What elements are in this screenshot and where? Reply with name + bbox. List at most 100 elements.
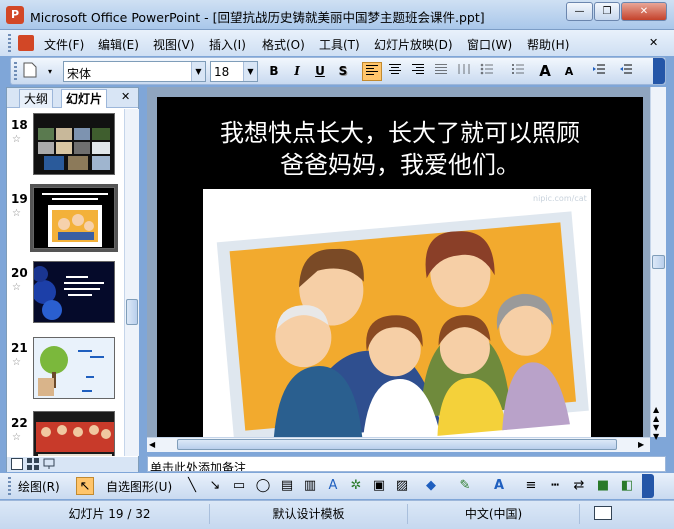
align-left-icon[interactable] xyxy=(362,62,382,81)
close-window-button[interactable]: ✕ xyxy=(621,2,667,21)
line-color-icon[interactable]: ✎ xyxy=(456,477,474,495)
picture-icon[interactable]: ▨ xyxy=(393,477,411,495)
align-center-icon[interactable] xyxy=(385,62,405,81)
normal-view-icon[interactable] xyxy=(11,458,23,470)
slideshow-view-icon[interactable] xyxy=(43,458,55,470)
chevron-down-icon[interactable]: ▼ xyxy=(191,62,205,81)
drawbar-overflow-chevron-icon[interactable] xyxy=(642,474,654,498)
family-illustration[interactable]: nipic.com/cat xyxy=(203,189,591,437)
diagram-icon[interactable]: ✲ xyxy=(347,477,365,495)
scrollbar-thumb[interactable] xyxy=(177,439,617,450)
thumbnails-scrollbar[interactable] xyxy=(124,109,139,456)
slide-thumbnail-20[interactable] xyxy=(33,261,115,323)
oval-icon[interactable]: ◯ xyxy=(254,477,272,495)
slide-title-line-2: 爸爸妈妈，我爱他们。 xyxy=(280,151,520,179)
shadow-button[interactable]: S xyxy=(333,62,353,81)
window-title: Microsoft Office PowerPoint - [回望抗战历史铸就美… xyxy=(30,10,485,25)
menu-tools[interactable]: 工具(T) xyxy=(319,36,360,53)
slide-sorter-view-icon[interactable] xyxy=(27,458,39,470)
menu-file[interactable]: 文件(F) xyxy=(44,36,84,53)
panel-tabs: 大纲 幻灯片 ✕ xyxy=(7,88,138,108)
dash-style-icon[interactable]: ┅ xyxy=(546,477,564,495)
slide-thumbnail-21[interactable] xyxy=(33,337,115,399)
arrow-icon[interactable]: ↘ xyxy=(206,477,224,495)
menu-slideshow[interactable]: 幻灯片放映(D) xyxy=(374,36,453,53)
3d-style-icon[interactable]: ◧ xyxy=(618,477,636,495)
scrollbar-thumb[interactable] xyxy=(652,255,665,269)
slide-editing-area[interactable]: 我想快点长大，长大了就可以照顾 爸爸妈妈，我爱他们。 nipic.com/cat xyxy=(147,87,650,437)
scrollbar-thumb[interactable] xyxy=(126,299,138,325)
line-icon[interactable]: ╲ xyxy=(183,477,201,495)
autoshapes-menu-button[interactable]: 自选图形(U) xyxy=(106,478,172,495)
slide-vertical-scrollbar[interactable]: ▲ ▲ ▼ ▼ xyxy=(650,87,666,441)
close-panel-icon[interactable]: ✕ xyxy=(121,90,130,103)
restore-button[interactable]: ❐ xyxy=(594,2,620,21)
document-icon[interactable] xyxy=(18,35,34,51)
powerpoint-app-icon[interactable]: P xyxy=(6,6,24,24)
shadow-style-icon[interactable]: ■ xyxy=(594,477,612,495)
align-right-icon[interactable] xyxy=(408,62,428,81)
increase-indent-icon[interactable] xyxy=(616,62,636,81)
clip-art-icon[interactable]: ▣ xyxy=(370,477,388,495)
menu-format[interactable]: 格式(O) xyxy=(262,36,305,53)
slide-thumbnail-19[interactable] xyxy=(30,184,118,252)
menu-bar: 文件(F) 编辑(E) 视图(V) 插入(I) 格式(O) 工具(T) 幻灯片放… xyxy=(0,30,674,56)
increase-font-size-button[interactable]: A xyxy=(535,62,555,81)
scroll-right-icon[interactable]: ▶ xyxy=(638,440,644,449)
menu-window[interactable]: 窗口(W) xyxy=(467,36,512,53)
distribute-icon[interactable] xyxy=(454,62,474,81)
decrease-indent-icon[interactable] xyxy=(589,62,609,81)
wordart-icon[interactable]: A xyxy=(324,477,342,495)
text-box-icon[interactable]: ▤ xyxy=(278,477,296,495)
tab-slides[interactable]: 幻灯片 xyxy=(61,89,108,108)
status-design-template[interactable]: 默认设计模板 xyxy=(210,504,408,524)
font-color-icon[interactable]: A xyxy=(490,477,508,495)
menu-view[interactable]: 视图(V) xyxy=(153,36,195,53)
bullets-icon[interactable] xyxy=(477,62,497,81)
slide-title-text[interactable]: 我想快点长大，长大了就可以照顾 爸爸妈妈，我爱他们。 xyxy=(157,117,643,181)
fill-color-icon[interactable]: ◆ xyxy=(422,477,440,495)
toolbar-options-chevron-icon[interactable]: ▾ xyxy=(40,62,60,81)
underline-button[interactable]: U xyxy=(310,62,330,81)
vertical-text-box-icon[interactable]: ▥ xyxy=(301,477,319,495)
slide-title-line-1: 我想快点长大，长大了就可以照顾 xyxy=(220,119,580,147)
chevron-down-icon[interactable]: ▼ xyxy=(243,62,257,81)
rectangle-icon[interactable]: ▭ xyxy=(230,477,248,495)
slide-thumbnail-22[interactable] xyxy=(33,411,115,456)
status-language[interactable]: 中文(中国) xyxy=(408,504,580,524)
font-name-select[interactable]: 宋体 ▼ xyxy=(63,61,206,82)
new-document-icon[interactable] xyxy=(20,62,40,81)
animation-star-icon: ☆ xyxy=(12,208,21,219)
numbering-icon[interactable] xyxy=(508,62,528,81)
scroll-left-icon[interactable]: ◀ xyxy=(149,440,155,449)
next-slide-icon[interactable]: ▼ ▼ xyxy=(653,423,659,441)
toolbar-grip[interactable] xyxy=(14,62,17,80)
menu-insert[interactable]: 插入(I) xyxy=(209,36,246,53)
arrow-style-icon[interactable]: ⇄ xyxy=(570,477,588,495)
drawbar-grip[interactable] xyxy=(8,477,11,495)
select-pointer-icon[interactable]: ↖ xyxy=(76,477,94,495)
slide-number: 20 xyxy=(11,266,28,280)
draw-menu-button[interactable]: 绘图(R) xyxy=(18,478,60,495)
slide-number: 18 xyxy=(11,118,28,132)
minimize-button[interactable]: — xyxy=(566,2,593,21)
italic-button[interactable]: I xyxy=(287,62,307,81)
bold-button[interactable]: B xyxy=(264,62,284,81)
close-document-icon[interactable]: ✕ xyxy=(649,36,658,49)
line-style-icon[interactable]: ≡ xyxy=(522,477,540,495)
notes-pane[interactable]: 单击此处添加备注 xyxy=(147,456,666,472)
slide-thumbnail-18[interactable] xyxy=(33,113,115,175)
menu-grip[interactable] xyxy=(8,34,11,52)
decrease-font-size-button[interactable]: A xyxy=(559,62,579,81)
spelling-check-icon[interactable] xyxy=(594,506,612,520)
justify-icon[interactable] xyxy=(431,62,451,81)
current-slide[interactable]: 我想快点长大，长大了就可以照顾 爸爸妈妈，我爱他们。 nipic.com/cat xyxy=(157,97,643,437)
font-size-select[interactable]: 18 ▼ xyxy=(210,61,258,82)
menu-help[interactable]: 帮助(H) xyxy=(527,36,569,53)
toolbar-overflow-chevron-icon[interactable] xyxy=(653,58,665,84)
slide-horizontal-scrollbar[interactable]: ◀ ▶ xyxy=(147,437,650,452)
drawing-toolbar: 绘图(R) ↖ 自选图形(U) ╲ ↘ ▭ ◯ ▤ ▥ A ✲ ▣ ▨ ◆ ✎ … xyxy=(0,473,674,499)
previous-slide-icon[interactable]: ▲ ▲ xyxy=(653,405,659,423)
tab-outline[interactable]: 大纲 xyxy=(19,89,54,108)
menu-edit[interactable]: 编辑(E) xyxy=(98,36,139,53)
